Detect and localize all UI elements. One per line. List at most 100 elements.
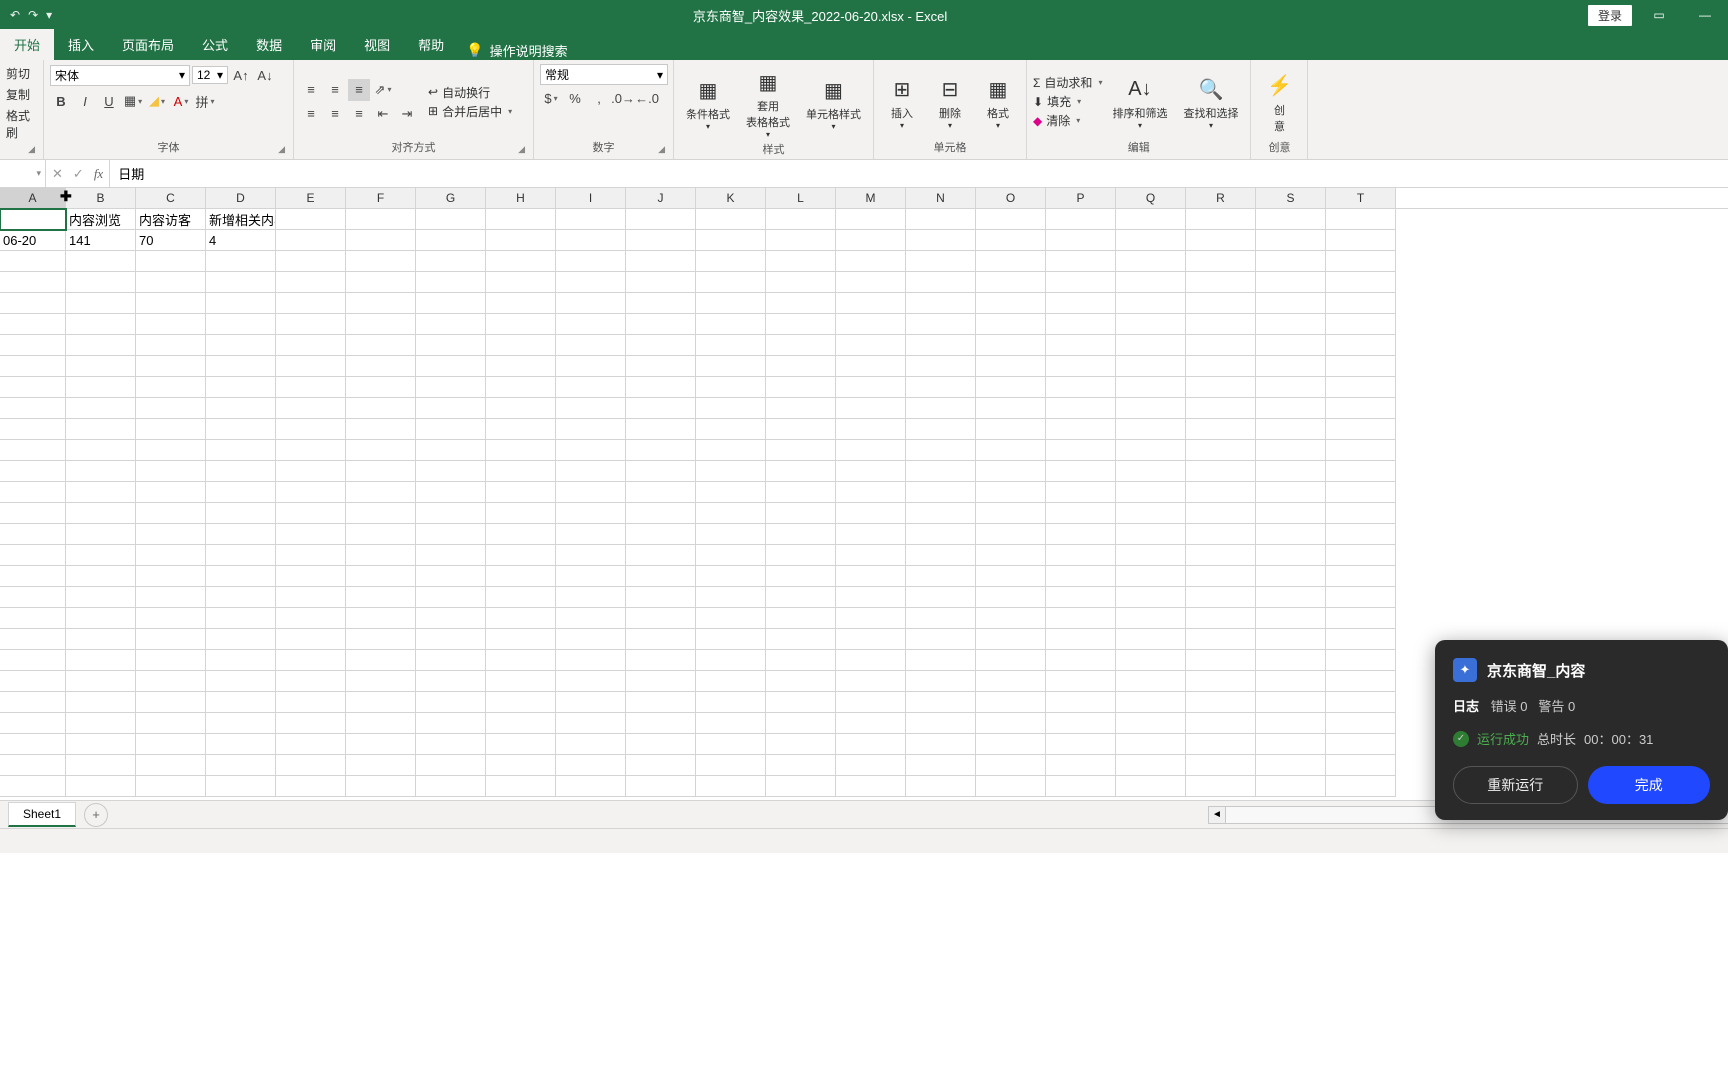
- cell[interactable]: [1046, 482, 1116, 503]
- cell[interactable]: [626, 314, 696, 335]
- column-header-Q[interactable]: Q: [1116, 188, 1186, 208]
- cell[interactable]: [836, 545, 906, 566]
- cell[interactable]: [836, 692, 906, 713]
- cell[interactable]: [766, 440, 836, 461]
- cell[interactable]: [976, 713, 1046, 734]
- cell[interactable]: [556, 398, 626, 419]
- cell[interactable]: [416, 755, 486, 776]
- cell[interactable]: [1256, 545, 1326, 566]
- column-header-G[interactable]: G: [416, 188, 486, 208]
- cell[interactable]: [66, 629, 136, 650]
- cell[interactable]: [1186, 629, 1256, 650]
- column-header-A[interactable]: A: [0, 188, 66, 208]
- cell[interactable]: [1326, 545, 1396, 566]
- cell[interactable]: [136, 251, 206, 272]
- cell[interactable]: [1326, 377, 1396, 398]
- cell[interactable]: [276, 713, 346, 734]
- cell[interactable]: [556, 776, 626, 797]
- cell[interactable]: [766, 314, 836, 335]
- cell[interactable]: [766, 608, 836, 629]
- cell[interactable]: [976, 629, 1046, 650]
- font-name-select[interactable]: 宋体▾: [50, 65, 190, 86]
- column-header-H[interactable]: H: [486, 188, 556, 208]
- font-launcher-icon[interactable]: ◢: [278, 144, 285, 155]
- cell[interactable]: [0, 776, 66, 797]
- cell[interactable]: [1046, 335, 1116, 356]
- cell[interactable]: [486, 608, 556, 629]
- cell[interactable]: [906, 209, 976, 230]
- cell[interactable]: [696, 734, 766, 755]
- cell[interactable]: [1256, 755, 1326, 776]
- align-launcher-icon[interactable]: ◢: [518, 144, 525, 155]
- cell[interactable]: [486, 461, 556, 482]
- cell[interactable]: [696, 545, 766, 566]
- delete-cells-button[interactable]: ⊟删除▾: [928, 71, 972, 132]
- column-header-B[interactable]: B: [66, 188, 136, 208]
- cell[interactable]: [626, 356, 696, 377]
- cell[interactable]: [136, 692, 206, 713]
- cell[interactable]: [1046, 629, 1116, 650]
- cell[interactable]: [1046, 419, 1116, 440]
- column-header-R[interactable]: R: [1186, 188, 1256, 208]
- cell[interactable]: [766, 776, 836, 797]
- cell[interactable]: [206, 608, 276, 629]
- increase-font-icon[interactable]: A↑: [230, 64, 252, 86]
- indent-decrease-icon[interactable]: ⇤: [372, 103, 394, 125]
- cell[interactable]: [1116, 251, 1186, 272]
- cell[interactable]: [1186, 734, 1256, 755]
- cell[interactable]: [1326, 209, 1396, 230]
- cell[interactable]: [556, 272, 626, 293]
- cell[interactable]: [696, 566, 766, 587]
- cell[interactable]: [416, 293, 486, 314]
- cell[interactable]: [276, 356, 346, 377]
- cell[interactable]: [1326, 293, 1396, 314]
- column-header-I[interactable]: I: [556, 188, 626, 208]
- cell[interactable]: [276, 272, 346, 293]
- cell[interactable]: [906, 335, 976, 356]
- cell[interactable]: [976, 356, 1046, 377]
- align-bottom-icon[interactable]: ≡: [348, 79, 370, 101]
- cell[interactable]: [1256, 251, 1326, 272]
- cell[interactable]: [626, 734, 696, 755]
- cell[interactable]: [906, 251, 976, 272]
- cell[interactable]: [836, 251, 906, 272]
- cell[interactable]: [626, 566, 696, 587]
- cell[interactable]: [556, 314, 626, 335]
- cell[interactable]: [1186, 209, 1256, 230]
- cell[interactable]: [976, 587, 1046, 608]
- cell[interactable]: [836, 482, 906, 503]
- cell[interactable]: [1186, 587, 1256, 608]
- cell[interactable]: [1186, 671, 1256, 692]
- cell[interactable]: [206, 776, 276, 797]
- cell[interactable]: [766, 461, 836, 482]
- cell[interactable]: [0, 671, 66, 692]
- cell[interactable]: [486, 734, 556, 755]
- tab-review[interactable]: 审阅: [296, 29, 350, 60]
- cell[interactable]: [556, 335, 626, 356]
- cell[interactable]: [346, 566, 416, 587]
- cell[interactable]: [0, 356, 66, 377]
- cell[interactable]: [66, 482, 136, 503]
- cell[interactable]: [696, 629, 766, 650]
- cell[interactable]: [1326, 734, 1396, 755]
- cell[interactable]: [416, 419, 486, 440]
- cell[interactable]: [416, 356, 486, 377]
- cell[interactable]: [276, 587, 346, 608]
- cell[interactable]: [1326, 566, 1396, 587]
- cell[interactable]: [346, 356, 416, 377]
- number-launcher-icon[interactable]: ◢: [658, 144, 665, 155]
- cell[interactable]: [416, 650, 486, 671]
- cell[interactable]: [276, 776, 346, 797]
- cell[interactable]: [1186, 356, 1256, 377]
- cell[interactable]: [206, 671, 276, 692]
- cell[interactable]: [276, 629, 346, 650]
- cell[interactable]: [486, 356, 556, 377]
- cell[interactable]: [136, 629, 206, 650]
- cell[interactable]: [766, 503, 836, 524]
- cell[interactable]: [416, 461, 486, 482]
- cell[interactable]: [416, 272, 486, 293]
- cell[interactable]: [1256, 776, 1326, 797]
- cell[interactable]: [346, 272, 416, 293]
- cell[interactable]: 141: [66, 230, 136, 251]
- cell[interactable]: [136, 377, 206, 398]
